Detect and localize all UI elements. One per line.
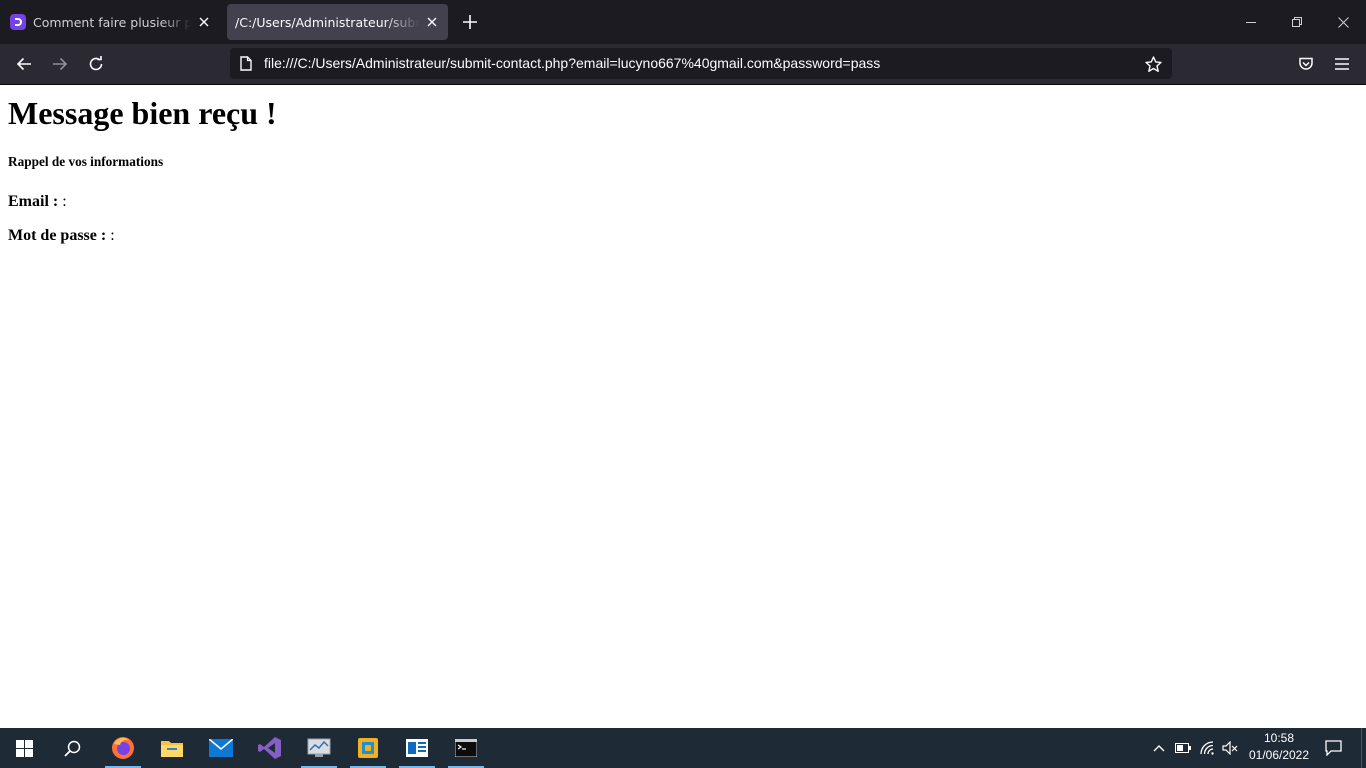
notifications-button[interactable] (1320, 728, 1346, 768)
mail-icon (209, 739, 233, 757)
minimize-button[interactable] (1228, 0, 1274, 44)
pocket-button[interactable] (1290, 48, 1322, 80)
forward-button[interactable] (44, 48, 76, 80)
taskbar-terminal[interactable] (446, 728, 486, 768)
restore-button[interactable] (1274, 0, 1320, 44)
chevron-up-icon (1153, 745, 1165, 752)
page-icon (238, 55, 254, 71)
tab-active[interactable]: /C:/Users/Administrateur/submit-contact.… (227, 4, 448, 40)
page-content: Message bien reçu ! Rappel de vos inform… (8, 85, 1358, 725)
close-window-button[interactable] (1320, 0, 1366, 44)
close-tab-icon[interactable] (420, 10, 444, 34)
show-hidden-icons-button[interactable] (1148, 728, 1170, 768)
back-button[interactable] (8, 48, 40, 80)
password-label: Mot de passe : (8, 227, 107, 244)
search-icon (63, 740, 80, 757)
taskbar-app[interactable] (348, 728, 388, 768)
file-explorer-icon (161, 741, 183, 757)
email-label: Email : (8, 193, 59, 210)
network-button[interactable] (1197, 728, 1219, 768)
search-button[interactable] (52, 728, 92, 768)
outlook-icon (406, 739, 428, 757)
discord-icon (10, 14, 26, 30)
taskbar-mail[interactable] (201, 728, 241, 768)
windows-taskbar: 10:58 01/06/2022 (0, 728, 1366, 768)
hamburger-menu-icon (1335, 58, 1349, 70)
wifi-icon (1200, 741, 1214, 755)
close-tab-icon[interactable] (192, 10, 216, 34)
taskbar-system-monitor[interactable] (299, 728, 339, 768)
arrow-right-icon (53, 57, 68, 71)
browser-toolbar: file:///C:/Users/Administrateur/submit-c… (0, 44, 1366, 84)
volume-button[interactable] (1219, 728, 1241, 768)
notification-icon (1324, 740, 1342, 756)
password-line: Mot de passe : : (8, 226, 1358, 245)
browser-tab-bar: Comment faire plusieur page en HTML /C:/… (0, 0, 1366, 44)
close-icon (1337, 16, 1349, 28)
windows-start-icon (15, 739, 33, 757)
visual-studio-icon (258, 737, 281, 759)
battery-button[interactable] (1172, 728, 1194, 768)
taskbar-firefox[interactable] (103, 728, 143, 768)
app-icon (358, 738, 378, 758)
page-subtitle: Rappel de vos informations (8, 154, 164, 169)
page-title: Message bien reçu ! (8, 95, 277, 131)
terminal-icon (455, 739, 477, 757)
show-desktop-button[interactable] (1361, 728, 1366, 768)
tab-title: /C:/Users/Administrateur/submit-contact.… (235, 14, 420, 30)
start-button[interactable] (4, 728, 44, 768)
reload-button[interactable] (80, 48, 112, 80)
minimize-icon (1246, 22, 1256, 23)
taskbar-visual-studio[interactable] (250, 728, 290, 768)
arrow-left-icon (16, 57, 31, 71)
plus-icon (463, 15, 477, 29)
reload-icon (89, 56, 103, 71)
speaker-muted-icon (1222, 741, 1238, 755)
restore-icon (1292, 17, 1302, 27)
system-monitor-icon (307, 738, 331, 757)
new-tab-button[interactable] (456, 8, 484, 36)
tab-title: Comment faire plusieur page en HTML (33, 14, 192, 30)
firefox-icon (112, 737, 134, 759)
tab-inactive[interactable]: Comment faire plusieur page en HTML (0, 4, 220, 40)
bookmark-star-button[interactable] (1140, 51, 1166, 77)
clock-time: 10:58 (1263, 731, 1295, 745)
taskbar-file-explorer[interactable] (152, 728, 192, 768)
system-clock[interactable]: 10:58 01/06/2022 (1240, 730, 1318, 764)
pocket-icon (1299, 57, 1313, 70)
star-icon (1144, 55, 1162, 72)
clock-date: 01/06/2022 (1248, 748, 1310, 762)
address-bar[interactable]: file:///C:/Users/Administrateur/submit-c… (230, 48, 1172, 79)
taskbar-outlook[interactable] (397, 728, 437, 768)
email-line: Email : : (8, 192, 1358, 211)
url-text[interactable]: file:///C:/Users/Administrateur/submit-c… (264, 48, 880, 79)
menu-button[interactable] (1326, 48, 1358, 80)
email-value: : (62, 193, 67, 210)
battery-icon (1175, 743, 1191, 753)
password-value: : (110, 227, 115, 244)
